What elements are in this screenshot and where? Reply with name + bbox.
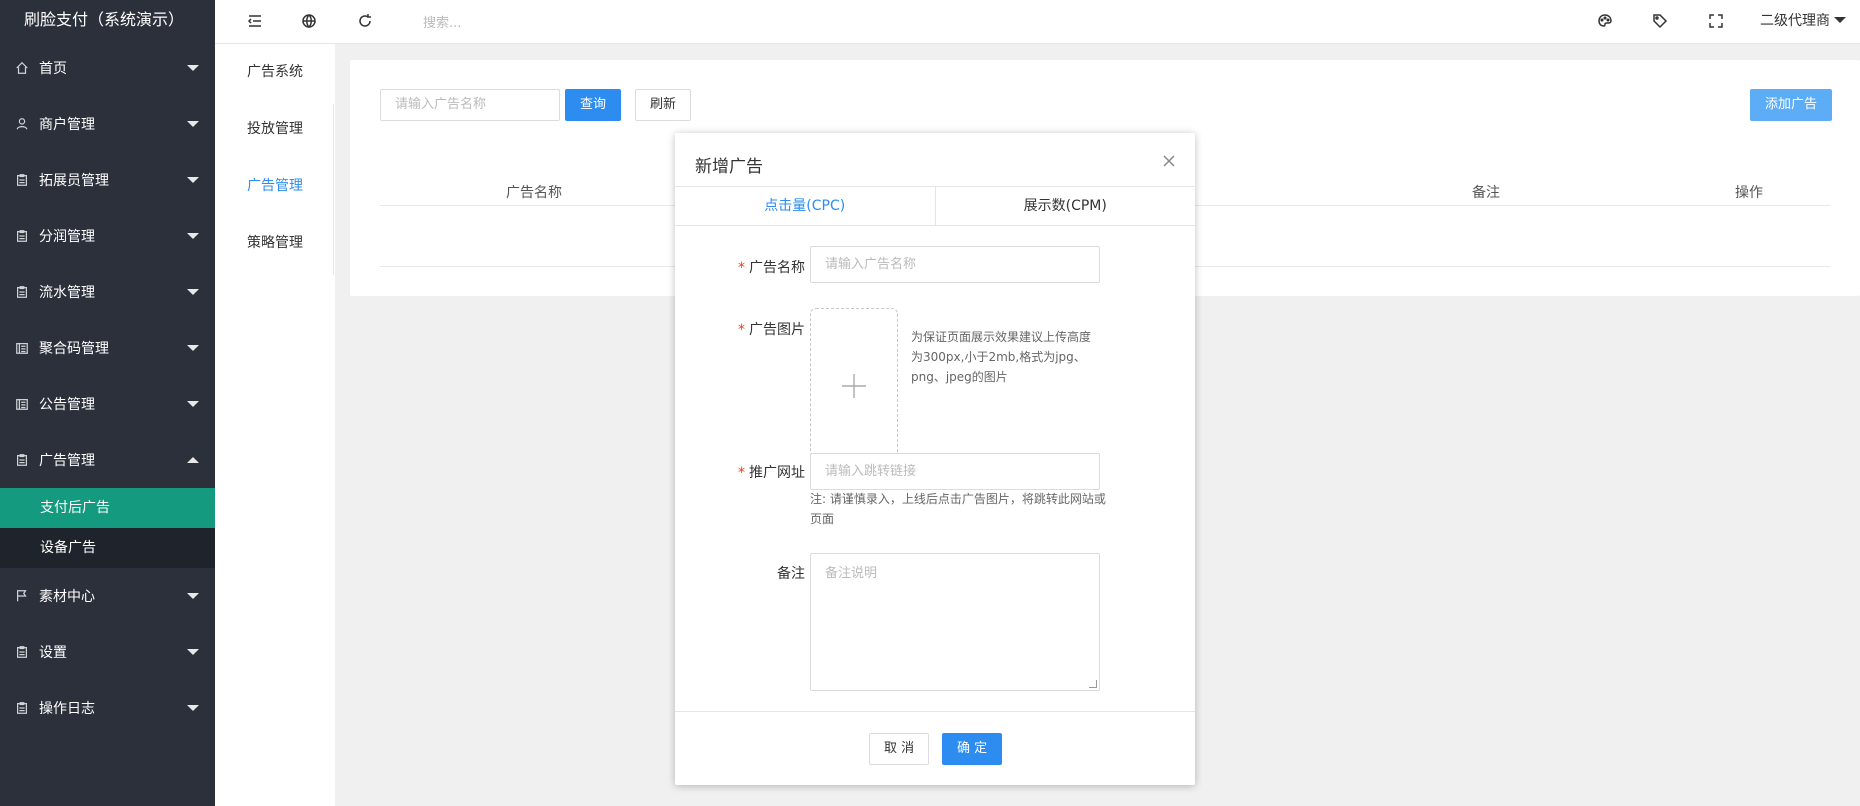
sidebar-item-settings[interactable]: 设置: [0, 624, 215, 680]
column-header: 备注: [1472, 185, 1500, 201]
ad-name-input[interactable]: 请输入广告名称: [810, 246, 1100, 283]
subnav-divider: [333, 104, 334, 274]
promo-url-label: * 推广网址: [738, 465, 805, 481]
sidebar-item-qrcode[interactable]: 聚合码管理: [0, 320, 215, 376]
sidebar-item-profit[interactable]: 分润管理: [0, 208, 215, 264]
chevron-down-icon: [187, 121, 199, 127]
home-icon: [14, 60, 30, 76]
clipboard-icon: [14, 228, 30, 244]
sidebar-item-label: 流水管理: [39, 285, 95, 301]
confirm-button[interactable]: 确 定: [942, 733, 1003, 765]
sidebar: 刷脸支付（系统演示） 首页 商户管理 拓展员管理 分润管理 流水管理 聚合码管理…: [0, 0, 215, 806]
clipboard-icon: [14, 284, 30, 300]
refresh-icon[interactable]: [355, 11, 375, 31]
sidebar-item-merchant[interactable]: 商户管理: [0, 96, 215, 152]
query-button[interactable]: 查询: [565, 89, 622, 121]
ad-name-label: * 广告名称: [738, 260, 805, 276]
list-icon: [14, 340, 30, 356]
chevron-down-icon: [187, 705, 199, 711]
tag-icon[interactable]: [1650, 11, 1670, 31]
remark-label: 备注: [777, 566, 805, 582]
sidebar-item-label: 商户管理: [39, 117, 95, 133]
ad-name-search-input[interactable]: 请输入广告名称: [380, 89, 560, 121]
sidebar-item-notice[interactable]: 公告管理: [0, 376, 215, 432]
subnav-item-ad-manage[interactable]: 广告管理: [215, 158, 335, 215]
sidebar-subitem-after-pay-ads[interactable]: 支付后广告: [0, 488, 215, 528]
close-icon[interactable]: [1161, 153, 1177, 169]
secondary-nav: 广告系统 投放管理 广告管理 策略管理: [215, 44, 335, 806]
chevron-down-icon: [187, 233, 199, 239]
chevron-down-icon: [187, 65, 199, 71]
sidebar-item-label: 公告管理: [39, 397, 95, 413]
add-ad-modal: 新增广告 点击量(CPC) 展示数(CPM) * 广告名称 请输入广告名称 * 广告…: [675, 133, 1195, 785]
sidebar-item-label: 拓展员管理: [39, 173, 109, 189]
clipboard-icon: [14, 644, 30, 660]
modal-footer-divider: [675, 711, 1195, 712]
ad-image-label: * 广告图片: [738, 322, 805, 338]
url-note: 注: 请谨慎录入，上线后点击广告图片，将跳转此网站或页面: [810, 492, 1106, 526]
user-role-label: 二级代理商: [1760, 13, 1830, 29]
refresh-button[interactable]: 刷新: [635, 89, 692, 121]
sidebar-item-material[interactable]: 素材中心: [0, 568, 215, 624]
tab-cpc[interactable]: 点击量(CPC): [675, 187, 936, 225]
top-header: 搜索... 二级代理商: [215, 0, 1860, 44]
remark-textarea[interactable]: 备注说明: [810, 553, 1100, 691]
user-role-dropdown[interactable]: 二级代理商: [1760, 10, 1846, 30]
header-search-input[interactable]: 搜索...: [423, 12, 461, 31]
sidebar-item-logs[interactable]: 操作日志: [0, 680, 215, 736]
app-title: 刷脸支付（系统演示）: [0, 0, 215, 40]
sidebar-item-label: 广告管理: [39, 453, 95, 469]
subnav-item-delivery[interactable]: 投放管理: [215, 101, 335, 158]
resize-handle[interactable]: [1089, 680, 1097, 688]
promo-url-input[interactable]: 请输入跳转链接: [810, 453, 1100, 490]
sidebar-item-ads[interactable]: 广告管理: [0, 432, 215, 488]
sidebar-item-label: 操作日志: [39, 701, 95, 717]
column-header: 广告名称: [506, 185, 562, 201]
remark-placeholder: 备注说明: [825, 566, 878, 581]
chevron-down-icon: [187, 345, 199, 351]
sidebar-item-home[interactable]: 首页: [0, 40, 215, 96]
image-upload[interactable]: [810, 308, 898, 464]
sidebar-item-expander[interactable]: 拓展员管理: [0, 152, 215, 208]
clipboard-icon: [14, 700, 30, 716]
modal-title: 新增广告: [695, 157, 763, 177]
sidebar-submenu-ads: 支付后广告 设备广告: [0, 488, 215, 568]
plus-icon: [842, 374, 866, 398]
list-icon: [14, 396, 30, 412]
chevron-up-icon: [187, 457, 199, 463]
column-header: 操作: [1735, 185, 1763, 201]
flag-icon: [14, 588, 30, 604]
sidebar-item-label: 素材中心: [39, 589, 95, 605]
cancel-button[interactable]: 取 消: [869, 733, 930, 765]
tab-cpm[interactable]: 展示数(CPM): [936, 187, 1196, 225]
add-ad-button[interactable]: 添加广告: [1750, 89, 1833, 121]
user-icon: [14, 116, 30, 132]
sidebar-item-label: 首页: [39, 61, 67, 77]
chevron-down-icon: [1834, 17, 1846, 23]
subnav-item-strategy[interactable]: 策略管理: [215, 215, 335, 272]
chevron-down-icon: [187, 177, 199, 183]
sidebar-item-label: 设置: [39, 645, 67, 661]
chevron-down-icon: [187, 649, 199, 655]
palette-icon[interactable]: [1595, 11, 1615, 31]
sidebar-item-flow[interactable]: 流水管理: [0, 264, 215, 320]
chevron-down-icon: [187, 593, 199, 599]
subnav-item-ad-system[interactable]: 广告系统: [215, 44, 335, 101]
menu-fold-icon[interactable]: [245, 11, 265, 31]
upload-hint: 为保证页面展示效果建议上传高度为300px,小于2mb,格式为jpg、png、j…: [911, 330, 1092, 384]
clipboard-icon: [14, 452, 30, 468]
clipboard-icon: [14, 172, 30, 188]
sidebar-item-label: 聚合码管理: [39, 341, 109, 357]
fullscreen-icon[interactable]: [1706, 11, 1726, 31]
sidebar-subitem-device-ads[interactable]: 设备广告: [0, 528, 215, 568]
chevron-down-icon: [187, 401, 199, 407]
chevron-down-icon: [187, 289, 199, 295]
globe-icon[interactable]: [299, 11, 319, 31]
sidebar-item-label: 分润管理: [39, 229, 95, 245]
billing-tabs: 点击量(CPC) 展示数(CPM): [675, 186, 1195, 226]
